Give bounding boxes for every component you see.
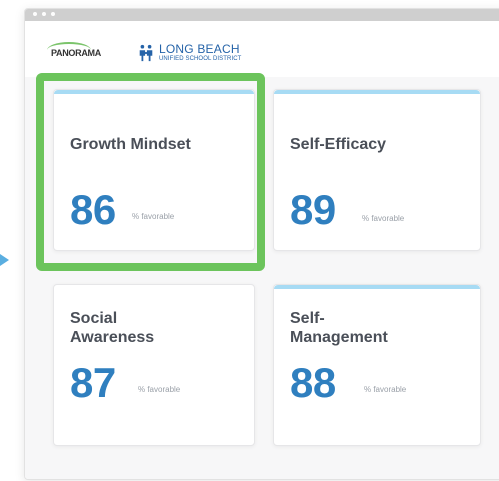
app-header: PANORAMA LONG BEACH UNIFIED SCHOOL DISTR… — [25, 21, 499, 78]
district-name: LONG BEACH — [159, 42, 240, 56]
panorama-logo[interactable]: PANORAMA — [47, 42, 101, 58]
metric-unit: % favorable — [364, 385, 407, 394]
metric-card-social-awareness[interactable]: Social Awareness 87 % favorable — [53, 284, 255, 446]
card-topbar — [274, 90, 480, 94]
metric-score: 87 — [70, 359, 116, 406]
metric-card-self-efficacy[interactable]: Self-Efficacy 89 % favorable — [273, 89, 481, 251]
metric-score: 89 — [290, 186, 336, 233]
window-titlebar — [25, 9, 499, 21]
metric-unit: % favorable — [362, 214, 405, 223]
window-close-dot[interactable] — [33, 12, 37, 16]
district-logo[interactable]: LONG BEACH UNIFIED SCHOOL DISTRICT — [137, 42, 242, 63]
metric-unit: % favorable — [138, 385, 181, 394]
window-minimize-dot[interactable] — [42, 12, 46, 16]
metric-title: Self-Efficacy — [290, 136, 387, 153]
metric-title: Social Awareness — [70, 310, 155, 346]
family-figures-icon — [139, 44, 153, 62]
card-topbar — [274, 285, 480, 289]
metric-card-self-management[interactable]: Self-Management 88 % favorable — [273, 284, 481, 446]
metric-score: 88 — [290, 359, 336, 406]
highlight-frame — [36, 73, 265, 271]
district-subtitle: UNIFIED SCHOOL DISTRICT — [159, 56, 242, 62]
window-maximize-dot[interactable] — [51, 12, 55, 16]
metric-title: Self-Management — [290, 310, 388, 346]
pointer-arrow-icon — [0, 250, 9, 270]
